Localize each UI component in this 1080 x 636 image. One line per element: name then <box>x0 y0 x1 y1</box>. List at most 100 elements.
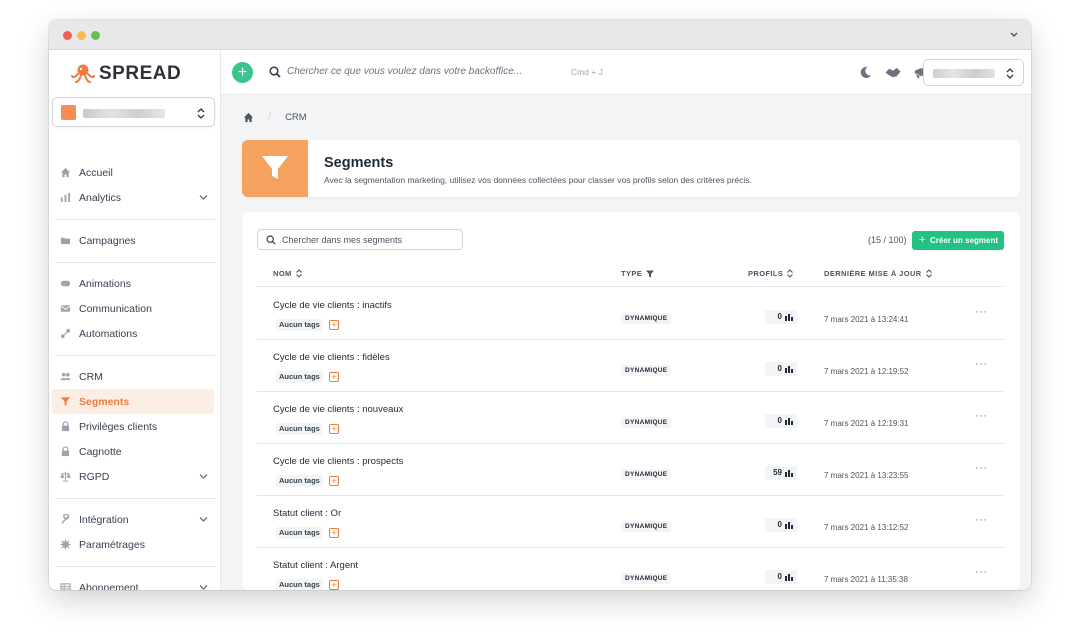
segment-type-badge: DYNAMIQUE <box>621 365 672 376</box>
organization-name-redacted <box>83 109 165 118</box>
sidebar-item-communication[interactable]: Communication <box>49 296 221 321</box>
segments-search-input[interactable]: Chercher dans mes segments <box>257 229 463 250</box>
sidebar-item-accueil[interactable]: Accueil <box>49 160 221 185</box>
topbar: + Chercher ce que vous voulez dans votre… <box>221 50 1031 95</box>
sidebar-item-label: CRM <box>79 370 103 383</box>
column-updated-header[interactable]: DERNIÈRE MISE À JOUR <box>824 269 932 278</box>
more-actions-button[interactable]: ··· <box>975 566 988 578</box>
bar-chart-icon <box>785 366 793 373</box>
column-updated-label: DERNIÈRE MISE À JOUR <box>824 269 922 278</box>
add-tag-button[interactable]: + <box>329 424 339 434</box>
segment-name[interactable]: Statut client : Or <box>273 508 341 519</box>
segment-updated-date: 7 mars 2021 à 13:23:55 <box>824 471 909 480</box>
sidebar-item-analytics[interactable]: Analytics <box>49 185 221 210</box>
sidebar-item-label: Automations <box>79 327 138 340</box>
add-tag-button[interactable]: + <box>329 320 339 330</box>
users-icon <box>60 372 71 381</box>
more-actions-button[interactable]: ··· <box>975 306 988 318</box>
table-icon <box>60 583 71 590</box>
column-name-header[interactable]: NOM <box>273 269 302 278</box>
table-row[interactable]: Statut client : Argent Aucun tags + DYNAMIQ… <box>257 548 1004 590</box>
chevron-down-icon[interactable] <box>1009 29 1019 39</box>
global-search-input[interactable]: Chercher ce que vous voulez dans votre b… <box>287 66 522 77</box>
add-tag-button[interactable]: + <box>329 528 339 538</box>
segment-updated-date: 7 mars 2021 à 12:19:31 <box>824 419 909 428</box>
chevron-down-icon <box>199 517 208 522</box>
sidebar-item-label: Privilèges clients <box>79 420 158 433</box>
sidebar-item-integration[interactable]: Intégration <box>49 507 221 532</box>
more-actions-button[interactable]: ··· <box>975 358 988 370</box>
table-row[interactable]: Cycle de vie clients : inactifs Aucun tag… <box>257 288 1004 340</box>
segment-name[interactable]: Cycle de vie clients : inactifs <box>273 300 392 311</box>
segment-profiles-count: 0 <box>777 416 782 425</box>
envelope-icon <box>60 305 71 312</box>
sidebar-item-label: Abonnement <box>79 581 139 591</box>
column-profiles-header[interactable]: PROFILS <box>748 269 794 278</box>
more-actions-button[interactable]: ··· <box>975 514 988 526</box>
add-tag-button[interactable]: + <box>329 476 339 486</box>
close-window-button[interactable] <box>63 31 72 40</box>
segment-name[interactable]: Cycle de vie clients : nouveaux <box>273 404 403 415</box>
add-tag-button[interactable]: + <box>329 580 339 590</box>
app-window: SPREAD Accueil Analytics Campagnes Animatio… <box>49 20 1031 590</box>
segment-name[interactable]: Cycle de vie clients : fidèles <box>273 352 390 363</box>
more-actions-button[interactable]: ··· <box>975 462 988 474</box>
user-account-select[interactable] <box>923 59 1024 86</box>
sidebar-group: Campagnes <box>49 228 221 253</box>
segment-profiles: 0 <box>765 570 797 584</box>
create-segment-button[interactable]: + Créer un segment <box>912 231 1004 250</box>
home-icon[interactable] <box>243 112 254 123</box>
sidebar-item-cagnotte[interactable]: Cagnotte <box>49 439 221 464</box>
column-type-header[interactable]: TYPE <box>621 269 655 278</box>
sidebar-item-crm[interactable]: CRM <box>49 364 221 389</box>
sidebar-item-segments[interactable]: Segments <box>52 389 214 414</box>
more-actions-button[interactable]: ··· <box>975 410 988 422</box>
segment-type-badge: DYNAMIQUE <box>621 313 672 324</box>
logo[interactable]: SPREAD <box>71 62 181 86</box>
segment-profiles: 0 <box>765 414 797 428</box>
search-icon <box>266 235 276 245</box>
add-tag-button[interactable]: + <box>329 372 339 382</box>
sidebar-item-privileges-clients[interactable]: Privilèges clients <box>49 414 221 439</box>
quick-add-button[interactable]: + <box>232 62 253 83</box>
segment-profiles-count: 0 <box>777 364 782 373</box>
segment-profiles-count: 0 <box>777 572 782 581</box>
table-row[interactable]: Cycle de vie clients : prospects Aucun ta… <box>257 444 1004 496</box>
segment-name[interactable]: Cycle de vie clients : prospects <box>273 456 403 467</box>
sidebar-item-animations[interactable]: Animations <box>49 271 221 296</box>
segment-tag: Aucun tags <box>276 319 323 331</box>
bar-chart-icon <box>785 314 793 321</box>
minimize-window-button[interactable] <box>77 31 86 40</box>
sidebar-item-parametrages[interactable]: Paramétrages <box>49 532 221 557</box>
page-header-badge <box>242 140 308 197</box>
sidebar-item-label: Analytics <box>79 191 122 204</box>
updown-chevron-icon <box>197 108 205 119</box>
breadcrumb-separator: / <box>268 111 272 123</box>
table-row[interactable]: Cycle de vie clients : nouveaux Aucun tag… <box>257 392 1004 444</box>
search-icon <box>269 66 281 78</box>
segment-profiles: 0 <box>765 518 797 532</box>
organization-select[interactable] <box>52 97 215 127</box>
table-row[interactable]: Cycle de vie clients : fidèles Aucun tags… <box>257 340 1004 392</box>
sidebar-item-campagnes[interactable]: Campagnes <box>49 228 221 253</box>
organization-avatar <box>61 105 76 120</box>
wrench-icon <box>61 514 70 524</box>
sidebar-item-rgpd[interactable]: RGPD <box>49 464 221 489</box>
sidebar-item-abonnement[interactable]: Abonnement <box>49 575 221 590</box>
sidebar-item-automations[interactable]: Automations <box>49 321 221 346</box>
sort-icon <box>295 269 302 278</box>
segments-search-placeholder: Chercher dans mes segments <box>282 235 403 245</box>
table-row[interactable]: Statut client : Or Aucun tags + DYNAMIQUE 0 7… <box>257 496 1004 548</box>
maximize-window-button[interactable] <box>91 31 100 40</box>
breadcrumb-current[interactable]: CRM <box>285 112 307 123</box>
handshake-icon[interactable] <box>884 65 902 80</box>
table-header: NOM TYPE PROFILS DERNIÈRE MISE À JOUR <box>257 258 1004 287</box>
segment-type-badge: DYNAMIQUE <box>621 573 672 584</box>
sidebar-item-label: Animations <box>79 277 131 290</box>
sidebar-divider <box>55 498 215 499</box>
moon-icon[interactable] <box>858 65 873 80</box>
sidebar-group: Accueil Analytics <box>49 160 221 210</box>
filter-icon <box>646 270 655 277</box>
segment-name[interactable]: Statut client : Argent <box>273 560 358 571</box>
filter-icon <box>262 156 288 179</box>
